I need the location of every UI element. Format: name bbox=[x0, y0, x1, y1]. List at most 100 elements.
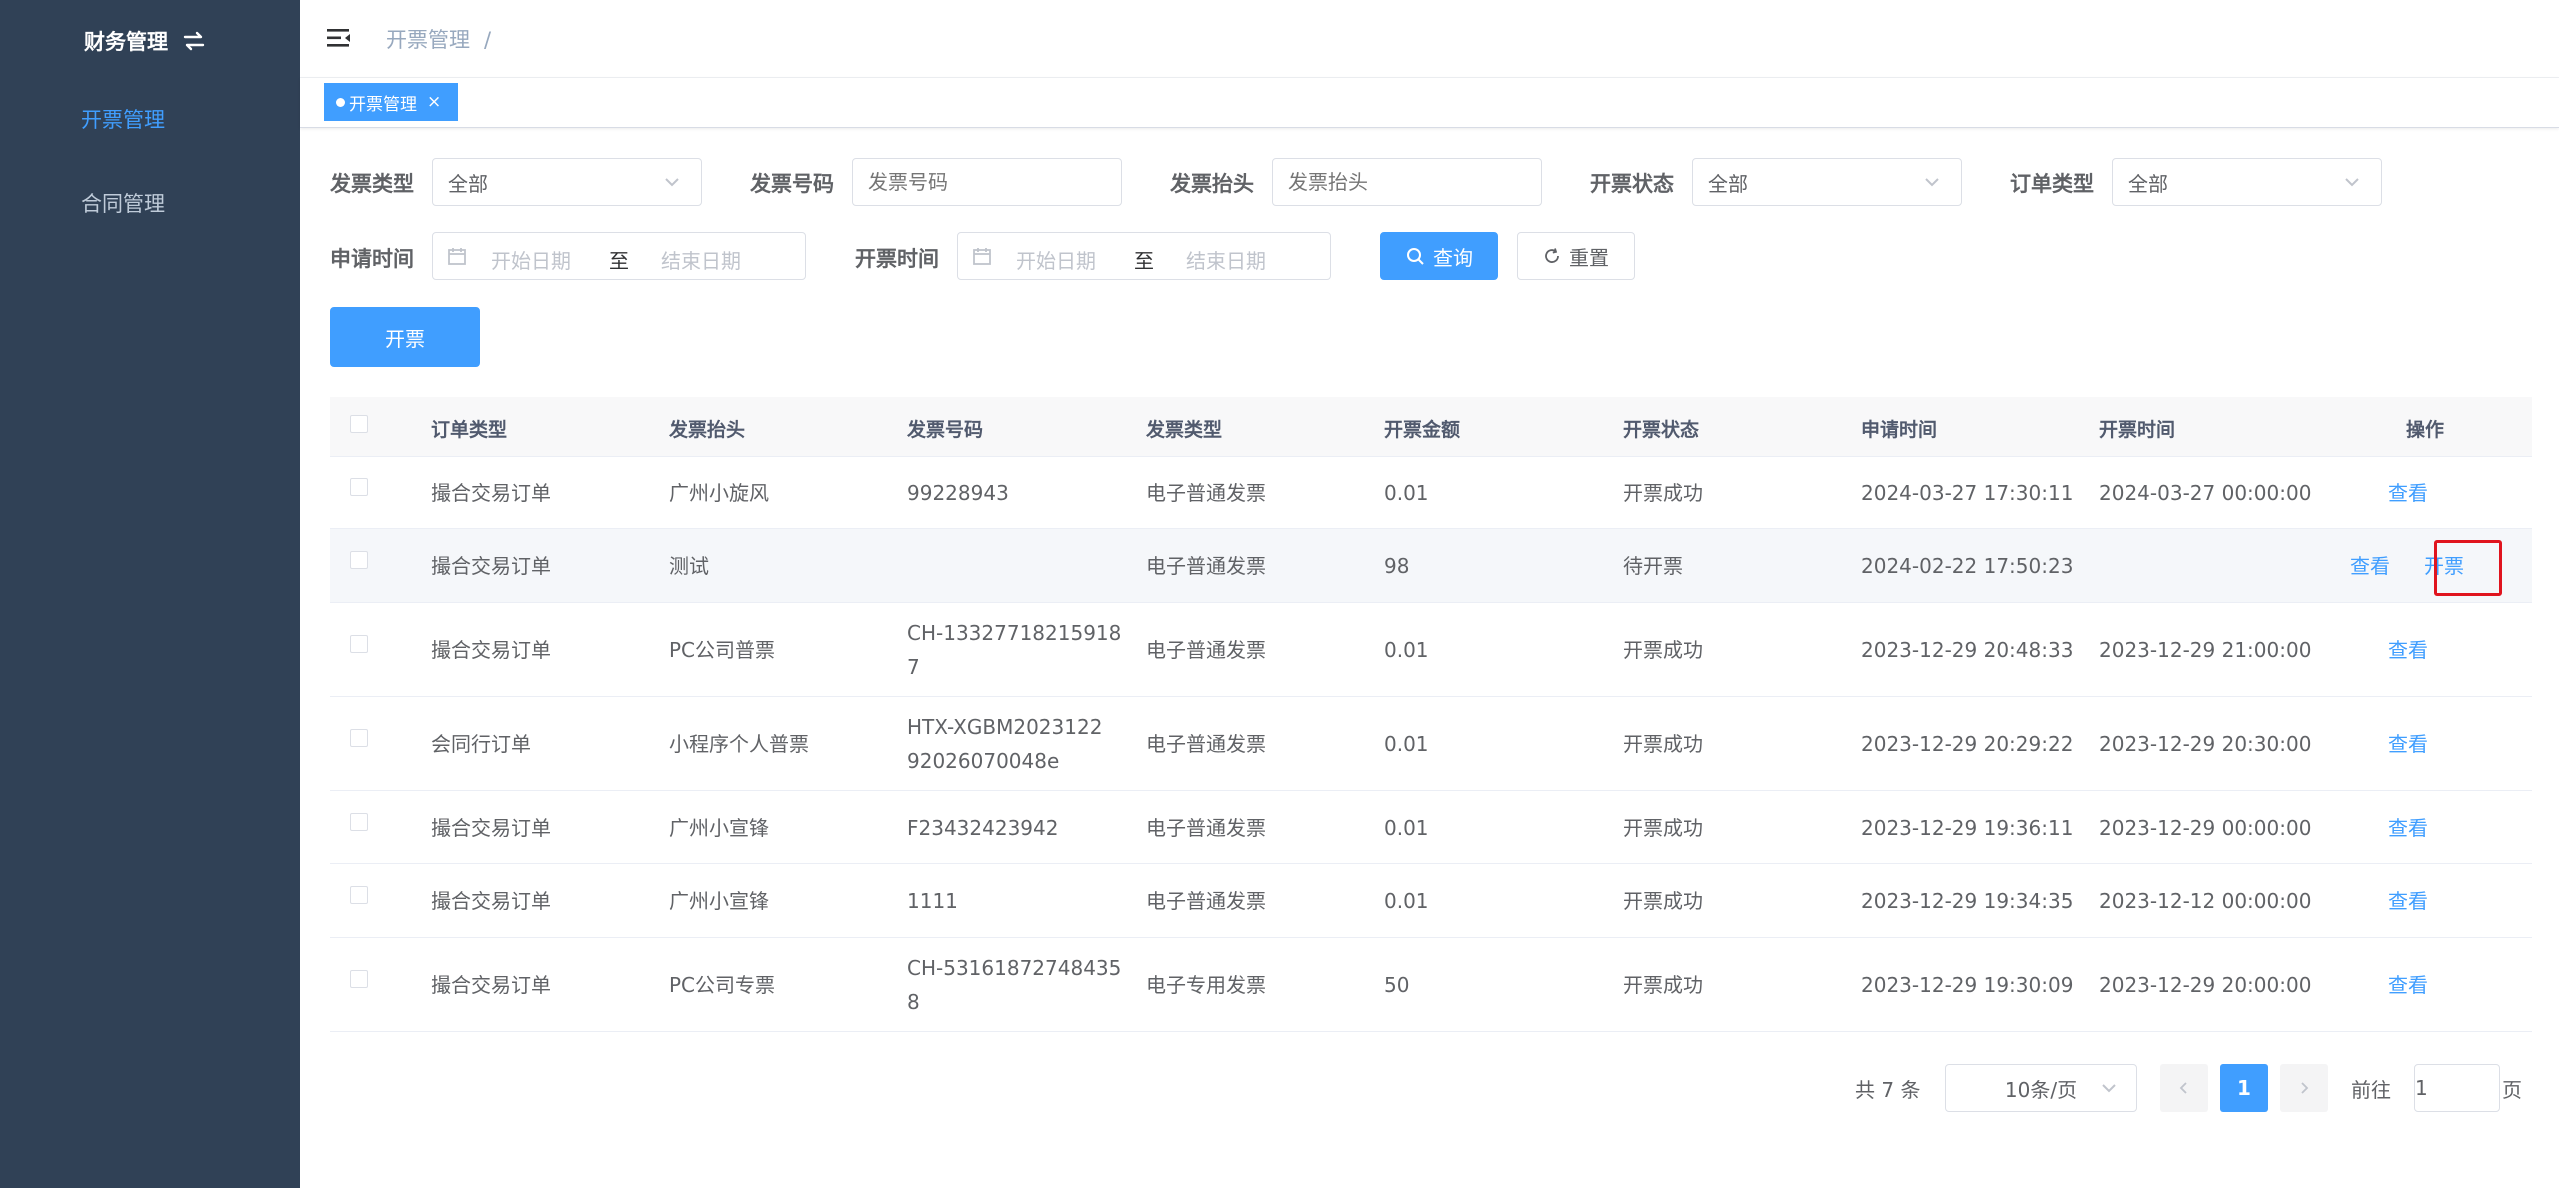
row-checkbox[interactable] bbox=[350, 635, 368, 653]
cell-title: PC公司专票 bbox=[669, 973, 776, 997]
tags-view-bar bbox=[300, 78, 2559, 128]
sidebar-item-contract[interactable]: 合同管理 bbox=[81, 188, 165, 218]
goto-prefix: 前往 bbox=[2351, 1078, 2391, 1102]
view-link[interactable]: 查看 bbox=[2388, 811, 2428, 845]
tag-active-dot bbox=[336, 97, 345, 107]
cell-number: 99228943 bbox=[907, 476, 1009, 510]
row-checkbox[interactable] bbox=[350, 551, 368, 569]
cell-status: 开票成功 bbox=[1623, 815, 1703, 840]
order-type-select[interactable]: 全部 bbox=[2112, 158, 2382, 206]
page-number-button[interactable]: 1 bbox=[2220, 1064, 2268, 1112]
select-all-checkbox[interactable] bbox=[350, 415, 368, 433]
cell-apply-time: 2023-12-29 19:34:35 bbox=[1861, 889, 2074, 913]
apply-start-date[interactable]: 开始日期 bbox=[491, 245, 571, 274]
page-size-select[interactable]: 10条/页 bbox=[1945, 1064, 2137, 1112]
row-checkbox[interactable] bbox=[350, 886, 368, 904]
cell-apply-time: 2023-12-29 19:30:09 bbox=[1861, 973, 2074, 997]
cell-type: 电子普通发票 bbox=[1146, 481, 1266, 505]
cell-number: HTX-XGBM2023122 92026070048e bbox=[907, 710, 1102, 778]
cell-status: 开票成功 bbox=[1623, 638, 1703, 662]
cell-amount: 98 bbox=[1384, 554, 1410, 578]
order-type-value: 全部 bbox=[2128, 171, 2168, 196]
range-separator: 至 bbox=[1134, 249, 1154, 273]
cell-number-line: CH-53161872748435 bbox=[907, 956, 1122, 980]
chevron-down-icon bbox=[2102, 1084, 2116, 1093]
view-link[interactable]: 查看 bbox=[2388, 476, 2428, 510]
cell-apply-time: 2024-03-27 17:30:11 bbox=[1861, 481, 2074, 505]
menu-fold-icon[interactable] bbox=[326, 26, 352, 50]
cell-order-type: 撮合交易订单 bbox=[431, 481, 551, 505]
sidebar-item-invoice[interactable]: 开票管理 bbox=[81, 104, 165, 134]
cell-title: PC公司普票 bbox=[669, 638, 776, 662]
view-link[interactable]: 查看 bbox=[2388, 968, 2428, 1002]
table-row: 撮合交易订单 PC公司普票 CH-13327718215918 7 电子普通发票 0.01… bbox=[330, 603, 2532, 697]
column-header: 开票金额 bbox=[1384, 419, 1461, 441]
issue-start-date[interactable]: 开始日期 bbox=[1016, 245, 1096, 274]
cell-issue-time: 2023-12-12 00:00:00 bbox=[2099, 889, 2312, 913]
apply-time-range[interactable]: 开始日期 至 结束日期 bbox=[432, 232, 806, 280]
view-link[interactable]: 查看 bbox=[2388, 727, 2428, 761]
invoice-type-value: 全部 bbox=[448, 171, 488, 196]
row-checkbox[interactable] bbox=[350, 970, 368, 988]
table-row: 撮合交易订单 测试 电子普通发票 98 待开票 2024-02-22 17:50:23 查看… bbox=[330, 529, 2532, 603]
view-link[interactable]: 查看 bbox=[2388, 884, 2428, 918]
cell-issue-time: 2023-12-29 20:30:00 bbox=[2099, 732, 2312, 756]
chevron-down-icon bbox=[1925, 178, 1939, 187]
highlight-box bbox=[2434, 540, 2502, 596]
cell-number-line: HTX-XGBM2023122 bbox=[907, 715, 1103, 739]
invoice-number-input[interactable] bbox=[852, 158, 1122, 206]
row-checkbox[interactable] bbox=[350, 478, 368, 496]
view-link[interactable]: 查看 bbox=[2350, 549, 2390, 583]
sidebar: 财务管理 开票管理 合同管理 bbox=[0, 0, 300, 1188]
cell-amount: 0.01 bbox=[1384, 638, 1429, 662]
cell-title: 广州小宣锋 bbox=[669, 815, 769, 840]
cell-order-type: 撮合交易订单 bbox=[431, 889, 551, 913]
cell-number: 1111 bbox=[907, 884, 958, 918]
invoice-status-label: 开票状态 bbox=[1590, 172, 1674, 196]
invoice-type-select[interactable]: 全部 bbox=[432, 158, 702, 206]
reset-button[interactable]: 重置 bbox=[1517, 232, 1635, 280]
cell-number: F23432423942 bbox=[907, 811, 1058, 845]
tag-invoice[interactable]: 开票管理 × bbox=[324, 83, 458, 121]
cell-title: 广州小宣锋 bbox=[669, 889, 769, 913]
issue-time-label: 开票时间 bbox=[855, 247, 939, 271]
cell-amount: 0.01 bbox=[1384, 815, 1429, 840]
view-link[interactable]: 查看 bbox=[2388, 633, 2428, 667]
cell-number: CH-53161872748435 8 bbox=[907, 951, 1121, 1019]
breadcrumb-item: 开票管理 bbox=[386, 28, 470, 52]
cell-number-line: CH-13327718215918 bbox=[907, 621, 1122, 645]
goto-page-input[interactable] bbox=[2414, 1064, 2500, 1112]
switch-icon[interactable] bbox=[182, 30, 206, 52]
cell-type: 电子普通发票 bbox=[1146, 554, 1266, 578]
next-page-button[interactable] bbox=[2280, 1064, 2328, 1112]
cell-amount: 0.01 bbox=[1384, 481, 1429, 505]
row-checkbox[interactable] bbox=[350, 812, 368, 831]
breadcrumb: 开票管理 / bbox=[386, 24, 491, 54]
cell-order-type: 撮合交易订单 bbox=[431, 554, 551, 578]
cell-number-line: 92026070048e bbox=[907, 749, 1060, 773]
row-checkbox[interactable] bbox=[350, 729, 368, 747]
search-button[interactable]: 查询 bbox=[1380, 232, 1498, 280]
apply-time-label: 申请时间 bbox=[330, 247, 414, 271]
close-icon[interactable]: × bbox=[427, 92, 441, 112]
issue-end-date[interactable]: 结束日期 bbox=[1186, 245, 1266, 274]
cell-apply-time: 2023-12-29 20:48:33 bbox=[1861, 638, 2074, 662]
calendar-icon bbox=[973, 248, 991, 265]
invoice-status-select[interactable]: 全部 bbox=[1692, 158, 1962, 206]
cell-amount: 50 bbox=[1384, 973, 1410, 997]
cell-status: 开票成功 bbox=[1623, 732, 1703, 756]
apply-end-date[interactable]: 结束日期 bbox=[661, 245, 741, 274]
column-header: 开票状态 bbox=[1623, 419, 1700, 441]
breadcrumb-separator: / bbox=[484, 28, 492, 52]
table-row: 会同行订单 小程序个人普票 HTX-XGBM2023122 92026070048e 电… bbox=[330, 697, 2532, 791]
cell-amount: 0.01 bbox=[1384, 889, 1429, 913]
cell-number: CH-13327718215918 7 bbox=[907, 616, 1121, 684]
issue-invoice-button[interactable]: 开票 bbox=[330, 307, 480, 367]
issue-time-range[interactable]: 开始日期 至 结束日期 bbox=[957, 232, 1331, 280]
invoice-title-input[interactable] bbox=[1272, 158, 1542, 206]
column-header: 订单类型 bbox=[431, 419, 508, 441]
column-header: 操作 bbox=[2406, 419, 2445, 441]
cell-type: 电子普通发票 bbox=[1146, 889, 1266, 913]
cell-type: 电子普通发票 bbox=[1146, 815, 1266, 840]
prev-page-button[interactable] bbox=[2160, 1064, 2208, 1112]
